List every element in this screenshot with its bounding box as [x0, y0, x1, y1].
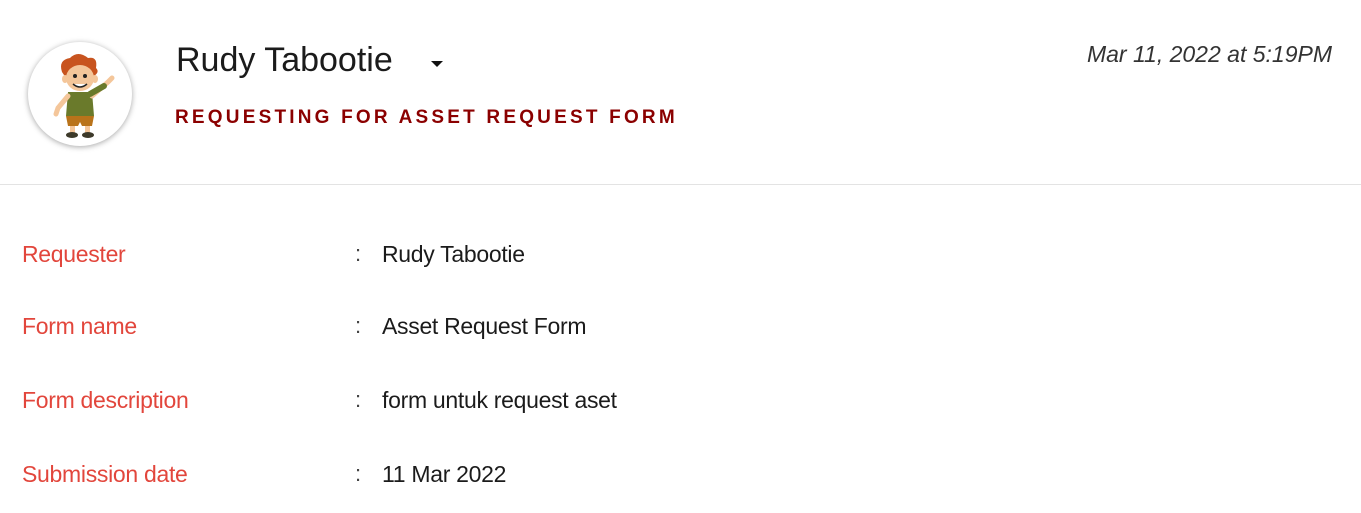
detail-value: 11 Mar 2022: [382, 461, 507, 487]
detail-row-submission-date: Submission date : 11 Mar 2022: [0, 461, 1361, 501]
user-dropdown-chevron-down-icon[interactable]: [431, 61, 443, 67]
detail-row-form-description: Form description : form untuk request as…: [0, 387, 1361, 427]
detail-label: Submission date: [22, 461, 188, 487]
detail-separator: :: [355, 387, 362, 412]
detail-label: Requester: [22, 241, 126, 267]
detail-row-form-name: Form name : Asset Request Form: [0, 313, 1361, 353]
detail-separator: :: [355, 313, 362, 338]
user-name: Rudy Tabootie: [176, 41, 393, 79]
detail-row-requester: Requester : Rudy Tabootie: [0, 241, 1361, 281]
detail-separator: :: [355, 241, 362, 266]
avatar[interactable]: [28, 42, 132, 146]
request-subtitle: REQUESTING FOR ASSET REQUEST FORM: [175, 107, 678, 128]
detail-value: Asset Request Form: [382, 313, 587, 339]
detail-separator: :: [355, 461, 362, 486]
request-detail-page: Rudy Tabootie REQUESTING FOR ASSET REQUE…: [0, 0, 1361, 513]
detail-label: Form name: [22, 313, 137, 339]
request-timestamp: Mar 11, 2022 at 5:19PM: [1086, 41, 1332, 67]
cartoon-character-icon: [53, 54, 115, 138]
detail-value: form untuk request aset: [382, 387, 617, 413]
detail-label: Form description: [22, 387, 189, 413]
request-header: Rudy Tabootie REQUESTING FOR ASSET REQUE…: [0, 0, 1361, 185]
detail-value: Rudy Tabootie: [382, 241, 525, 267]
